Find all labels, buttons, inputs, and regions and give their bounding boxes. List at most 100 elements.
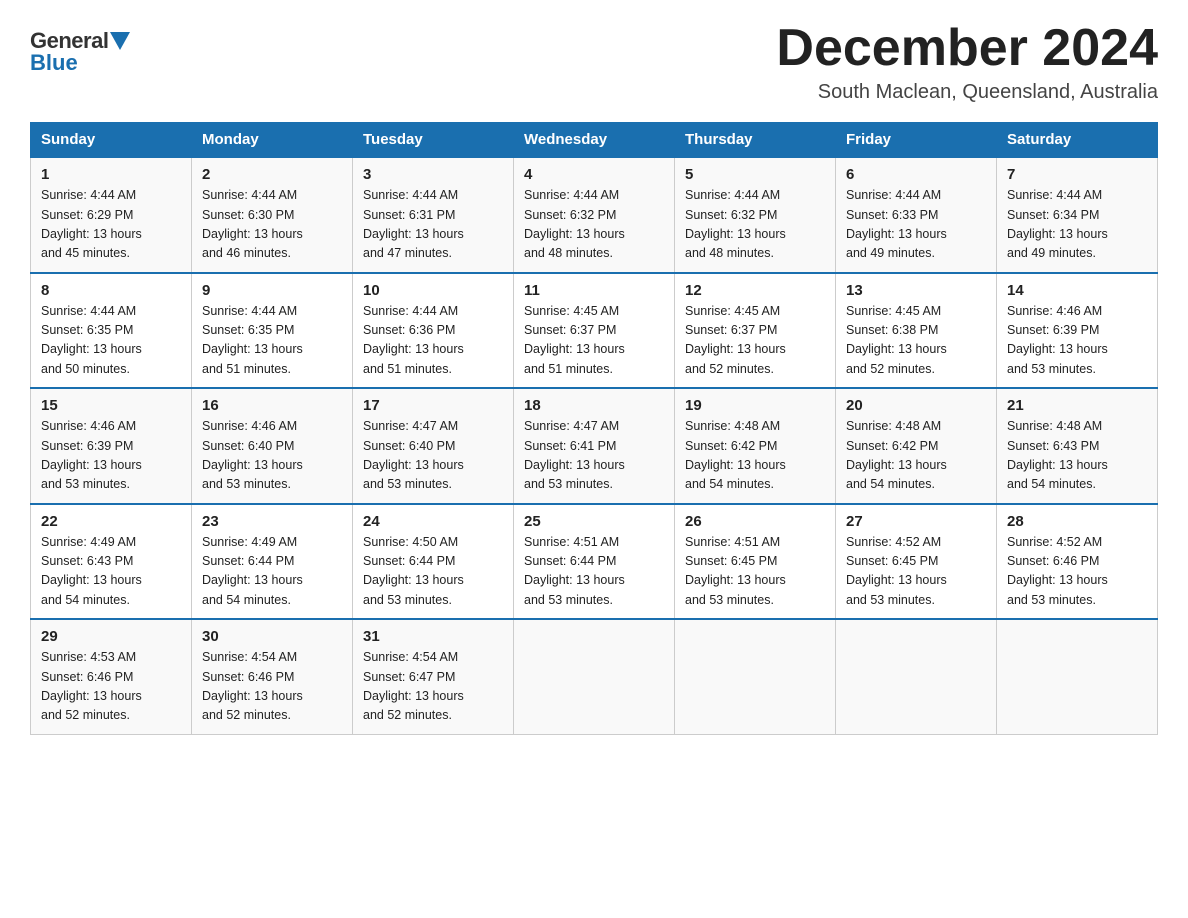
calendar-cell: 31 Sunrise: 4:54 AMSunset: 6:47 PMDayligh… [353, 619, 514, 734]
day-number: 23 [202, 513, 342, 530]
calendar-cell: 13Sunrise: 4:45 AMSunset: 6:38 PMDayligh… [836, 273, 997, 389]
calendar-week-row: 22 Sunrise: 4:49 AMSunset: 6:43 PMDayligh… [31, 504, 1158, 620]
logo-triangle-icon [110, 32, 130, 50]
day-number: 17 [363, 397, 503, 414]
day-info: Sunrise: 4:45 AMSunset: 6:37 PMDaylight:… [685, 302, 825, 380]
logo-blue-text: Blue [30, 50, 78, 76]
day-number: 8 [41, 282, 181, 299]
day-info: Sunrise: 4:44 AMSunset: 6:32 PMDaylight:… [524, 186, 664, 264]
day-info: Sunrise: 4:52 AMSunset: 6:46 PMDaylight:… [1007, 533, 1147, 611]
calendar-week-row: 29Sunrise: 4:53 AMSunset: 6:46 PMDayligh… [31, 619, 1158, 734]
calendar-cell: 5 Sunrise: 4:44 AMSunset: 6:32 PMDaylight… [675, 157, 836, 273]
column-header-wednesday: Wednesday [514, 123, 675, 158]
day-number: 12 [685, 282, 825, 299]
calendar-cell: 26Sunrise: 4:51 AMSunset: 6:45 PMDayligh… [675, 504, 836, 620]
day-number: 3 [363, 166, 503, 183]
day-info: Sunrise: 4:48 AMSunset: 6:42 PMDaylight:… [846, 417, 986, 495]
day-number: 9 [202, 282, 342, 299]
day-number: 13 [846, 282, 986, 299]
column-header-friday: Friday [836, 123, 997, 158]
day-number: 5 [685, 166, 825, 183]
calendar-cell: 23Sunrise: 4:49 AMSunset: 6:44 PMDayligh… [192, 504, 353, 620]
calendar-header-row: SundayMondayTuesdayWednesdayThursdayFrid… [31, 123, 1158, 158]
calendar-cell: 14Sunrise: 4:46 AMSunset: 6:39 PMDayligh… [997, 273, 1158, 389]
calendar-cell: 29Sunrise: 4:53 AMSunset: 6:46 PMDayligh… [31, 619, 192, 734]
calendar-week-row: 15Sunrise: 4:46 AMSunset: 6:39 PMDayligh… [31, 388, 1158, 504]
day-number: 4 [524, 166, 664, 183]
calendar-cell: 17Sunrise: 4:47 AMSunset: 6:40 PMDayligh… [353, 388, 514, 504]
column-header-saturday: Saturday [997, 123, 1158, 158]
calendar-cell: 27Sunrise: 4:52 AMSunset: 6:45 PMDayligh… [836, 504, 997, 620]
calendar-table: SundayMondayTuesdayWednesdayThursdayFrid… [30, 122, 1158, 735]
column-header-thursday: Thursday [675, 123, 836, 158]
column-header-monday: Monday [192, 123, 353, 158]
calendar-week-row: 8 Sunrise: 4:44 AMSunset: 6:35 PMDaylight… [31, 273, 1158, 389]
calendar-cell: 9 Sunrise: 4:44 AMSunset: 6:35 PMDaylight… [192, 273, 353, 389]
day-info: Sunrise: 4:44 AMSunset: 6:30 PMDaylight:… [202, 186, 342, 264]
day-info: Sunrise: 4:46 AMSunset: 6:40 PMDaylight:… [202, 417, 342, 495]
day-info: Sunrise: 4:48 AMSunset: 6:43 PMDaylight:… [1007, 417, 1147, 495]
calendar-cell: 15Sunrise: 4:46 AMSunset: 6:39 PMDayligh… [31, 388, 192, 504]
day-info: Sunrise: 4:44 AMSunset: 6:29 PMDaylight:… [41, 186, 181, 264]
calendar-cell: 8 Sunrise: 4:44 AMSunset: 6:35 PMDaylight… [31, 273, 192, 389]
calendar-cell: 2 Sunrise: 4:44 AMSunset: 6:30 PMDaylight… [192, 157, 353, 273]
day-number: 6 [846, 166, 986, 183]
day-info: Sunrise: 4:54 AMSunset: 6:47 PMDaylight:… [363, 648, 503, 726]
calendar-cell [675, 619, 836, 734]
calendar-cell [997, 619, 1158, 734]
day-info: Sunrise: 4:44 AMSunset: 6:35 PMDaylight:… [41, 302, 181, 380]
day-number: 24 [363, 513, 503, 530]
calendar-week-row: 1 Sunrise: 4:44 AMSunset: 6:29 PMDaylight… [31, 157, 1158, 273]
calendar-cell: 20 Sunrise: 4:48 AMSunset: 6:42 PMDayligh… [836, 388, 997, 504]
day-number: 11 [524, 282, 664, 299]
day-number: 30 [202, 628, 342, 645]
calendar-cell: 12 Sunrise: 4:45 AMSunset: 6:37 PMDayligh… [675, 273, 836, 389]
logo: General Blue [30, 28, 132, 76]
day-number: 31 [363, 628, 503, 645]
day-info: Sunrise: 4:53 AMSunset: 6:46 PMDaylight:… [41, 648, 181, 726]
calendar-cell: 10 Sunrise: 4:44 AMSunset: 6:36 PMDayligh… [353, 273, 514, 389]
day-number: 16 [202, 397, 342, 414]
day-info: Sunrise: 4:44 AMSunset: 6:31 PMDaylight:… [363, 186, 503, 264]
day-info: Sunrise: 4:45 AMSunset: 6:37 PMDaylight:… [524, 302, 664, 380]
calendar-cell: 30 Sunrise: 4:54 AMSunset: 6:46 PMDayligh… [192, 619, 353, 734]
day-number: 20 [846, 397, 986, 414]
day-number: 2 [202, 166, 342, 183]
day-info: Sunrise: 4:44 AMSunset: 6:35 PMDaylight:… [202, 302, 342, 380]
day-info: Sunrise: 4:49 AMSunset: 6:43 PMDaylight:… [41, 533, 181, 611]
day-info: Sunrise: 4:44 AMSunset: 6:36 PMDaylight:… [363, 302, 503, 380]
calendar-cell [514, 619, 675, 734]
calendar-cell: 24Sunrise: 4:50 AMSunset: 6:44 PMDayligh… [353, 504, 514, 620]
day-info: Sunrise: 4:46 AMSunset: 6:39 PMDaylight:… [1007, 302, 1147, 380]
day-info: Sunrise: 4:51 AMSunset: 6:44 PMDaylight:… [524, 533, 664, 611]
calendar-cell: 22 Sunrise: 4:49 AMSunset: 6:43 PMDayligh… [31, 504, 192, 620]
day-info: Sunrise: 4:46 AMSunset: 6:39 PMDaylight:… [41, 417, 181, 495]
day-info: Sunrise: 4:44 AMSunset: 6:34 PMDaylight:… [1007, 186, 1147, 264]
calendar-cell: 1 Sunrise: 4:44 AMSunset: 6:29 PMDaylight… [31, 157, 192, 273]
day-info: Sunrise: 4:47 AMSunset: 6:41 PMDaylight:… [524, 417, 664, 495]
day-number: 21 [1007, 397, 1147, 414]
day-number: 22 [41, 513, 181, 530]
calendar-cell: 6 Sunrise: 4:44 AMSunset: 6:33 PMDaylight… [836, 157, 997, 273]
day-info: Sunrise: 4:44 AMSunset: 6:33 PMDaylight:… [846, 186, 986, 264]
day-info: Sunrise: 4:44 AMSunset: 6:32 PMDaylight:… [685, 186, 825, 264]
day-number: 7 [1007, 166, 1147, 183]
calendar-cell [836, 619, 997, 734]
page-header: General Blue December 2024 South Maclean… [30, 20, 1158, 104]
day-number: 28 [1007, 513, 1147, 530]
column-header-tuesday: Tuesday [353, 123, 514, 158]
calendar-cell: 11 Sunrise: 4:45 AMSunset: 6:37 PMDayligh… [514, 273, 675, 389]
calendar-cell: 16 Sunrise: 4:46 AMSunset: 6:40 PMDayligh… [192, 388, 353, 504]
calendar-cell: 3 Sunrise: 4:44 AMSunset: 6:31 PMDaylight… [353, 157, 514, 273]
day-number: 1 [41, 166, 181, 183]
calendar-cell: 19Sunrise: 4:48 AMSunset: 6:42 PMDayligh… [675, 388, 836, 504]
location-subtitle: South Maclean, Queensland, Australia [776, 81, 1158, 104]
day-number: 10 [363, 282, 503, 299]
calendar-cell: 4 Sunrise: 4:44 AMSunset: 6:32 PMDaylight… [514, 157, 675, 273]
calendar-cell: 18Sunrise: 4:47 AMSunset: 6:41 PMDayligh… [514, 388, 675, 504]
column-header-sunday: Sunday [31, 123, 192, 158]
calendar-cell: 21 Sunrise: 4:48 AMSunset: 6:43 PMDayligh… [997, 388, 1158, 504]
day-info: Sunrise: 4:51 AMSunset: 6:45 PMDaylight:… [685, 533, 825, 611]
day-info: Sunrise: 4:54 AMSunset: 6:46 PMDaylight:… [202, 648, 342, 726]
calendar-cell: 25Sunrise: 4:51 AMSunset: 6:44 PMDayligh… [514, 504, 675, 620]
